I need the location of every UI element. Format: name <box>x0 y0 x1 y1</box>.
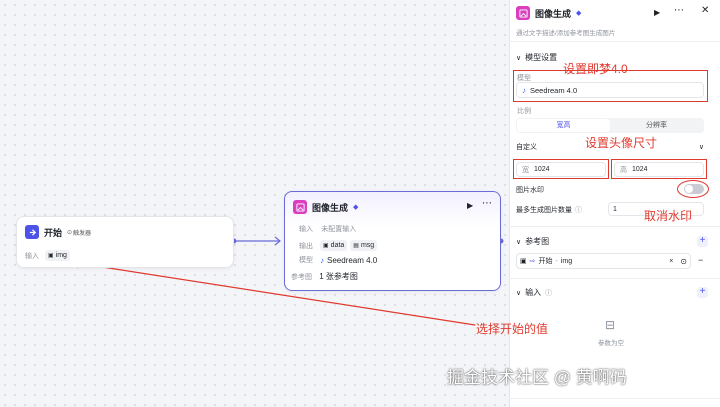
more-icon[interactable]: ⋯ <box>482 198 492 209</box>
empty-params-text: 参数为空 <box>598 340 624 347</box>
clear-icon[interactable]: × <box>669 258 673 265</box>
add-ref-button[interactable]: + <box>697 236 708 247</box>
trigger-icon: ⊙ <box>67 229 73 236</box>
image-node-row-input: 输入 未配置输入 <box>299 226 357 233</box>
image-var-icon: ▣ <box>48 253 54 259</box>
annotation-set-model: 设置即梦4.0 <box>563 62 628 76</box>
image-node-row-model: 模型 ♪ Seedream 4.0 <box>299 255 378 265</box>
start-icon <box>25 225 39 239</box>
tab-resolution[interactable]: 分辨率 <box>610 119 703 132</box>
seedream-icon: ♪ <box>320 255 324 265</box>
empty-box-icon: ⊟ <box>605 318 616 332</box>
output-tag-msg: ▤ msg <box>350 240 378 251</box>
chevron-down-icon: ∨ <box>516 54 522 62</box>
watermark-label: 图片水印 <box>516 187 544 194</box>
image-var-icon: ▣ <box>323 243 329 249</box>
ref-var-select[interactable]: ▣ ⇨ 开始 - img × ⊙ <box>516 253 691 269</box>
image-gen-icon <box>293 200 307 214</box>
run-icon[interactable]: ▶ <box>467 201 473 210</box>
settings-icon[interactable]: ⊙ <box>680 257 687 266</box>
annotation-box-width <box>513 159 609 179</box>
start-node-title: 开始 <box>44 227 63 238</box>
panel-title: 图像生成 <box>535 8 572 19</box>
panel-close-icon[interactable]: ✕ <box>701 5 709 16</box>
annotation-circle-watermark <box>677 180 709 198</box>
start-node[interactable]: 开始 ⊙ 触发器 输入 ▣ img <box>16 216 234 268</box>
remove-ref-icon[interactable]: − <box>698 255 703 265</box>
chevron-down-icon: ∨ <box>516 238 522 246</box>
ref-section-header[interactable]: ∨ 参考图 <box>516 236 549 247</box>
annotation-choose-start: 选择开始的值 <box>476 322 549 336</box>
panel-run-icon[interactable]: ▶ <box>654 8 660 17</box>
ratio-label: 比例 <box>517 108 531 115</box>
ratio-tabs: 宽高 分辨率 <box>516 118 704 133</box>
model-section-header[interactable]: ∨ 模型设置 <box>516 52 557 63</box>
site-watermark: 掘金技术社区 @ 黄啊码 <box>447 368 627 387</box>
output-tag-data: ▣ data <box>320 240 348 251</box>
tab-width-height[interactable]: 宽高 <box>517 119 610 132</box>
annotation-box-height <box>611 159 707 179</box>
start-input-var: ▣ img <box>45 250 70 261</box>
verified-icon: ◆ <box>353 204 359 211</box>
string-var-icon: ▤ <box>353 243 359 249</box>
start-icon: ⇨ <box>529 258 536 265</box>
info-icon: ⓘ <box>545 289 553 297</box>
trigger-badge: ⊙ 触发器 <box>67 229 92 237</box>
input-section-header[interactable]: ∨ 输入 ⓘ <box>516 287 552 298</box>
chevron-down-icon: ∨ <box>698 144 704 151</box>
max-count-label-row: 最多生成图片数量 ⓘ <box>516 207 582 214</box>
add-input-button[interactable]: + <box>697 287 708 298</box>
image-var-icon: ▣ <box>520 258 527 265</box>
panel-subtitle: 通过文字描述/添加参考图生成图片 <box>516 30 616 37</box>
image-node-title: 图像生成 <box>312 202 349 213</box>
verified-icon: ◆ <box>576 10 582 17</box>
panel-more-icon[interactable]: ⋯ <box>674 5 684 16</box>
image-node-row-output: 输出 ▣ data ▤ msg <box>299 240 378 251</box>
image-gen-node[interactable]: 图像生成 ◆ ▶ ⋯ 输入 未配置输入 输出 ▣ data ▤ msg 模型 ♪ S… <box>284 191 501 291</box>
annotation-set-size: 设置头像尺寸 <box>585 136 658 150</box>
info-icon: ⓘ <box>575 207 582 214</box>
annotation-cancel-watermark: 取消水印 <box>644 209 693 223</box>
start-input-label: 输入 <box>25 252 39 260</box>
panel-image-gen-icon <box>516 6 530 20</box>
chevron-down-icon: ∨ <box>516 289 522 297</box>
image-node-row-ref: 参考图 1 张参考图 <box>291 272 358 281</box>
